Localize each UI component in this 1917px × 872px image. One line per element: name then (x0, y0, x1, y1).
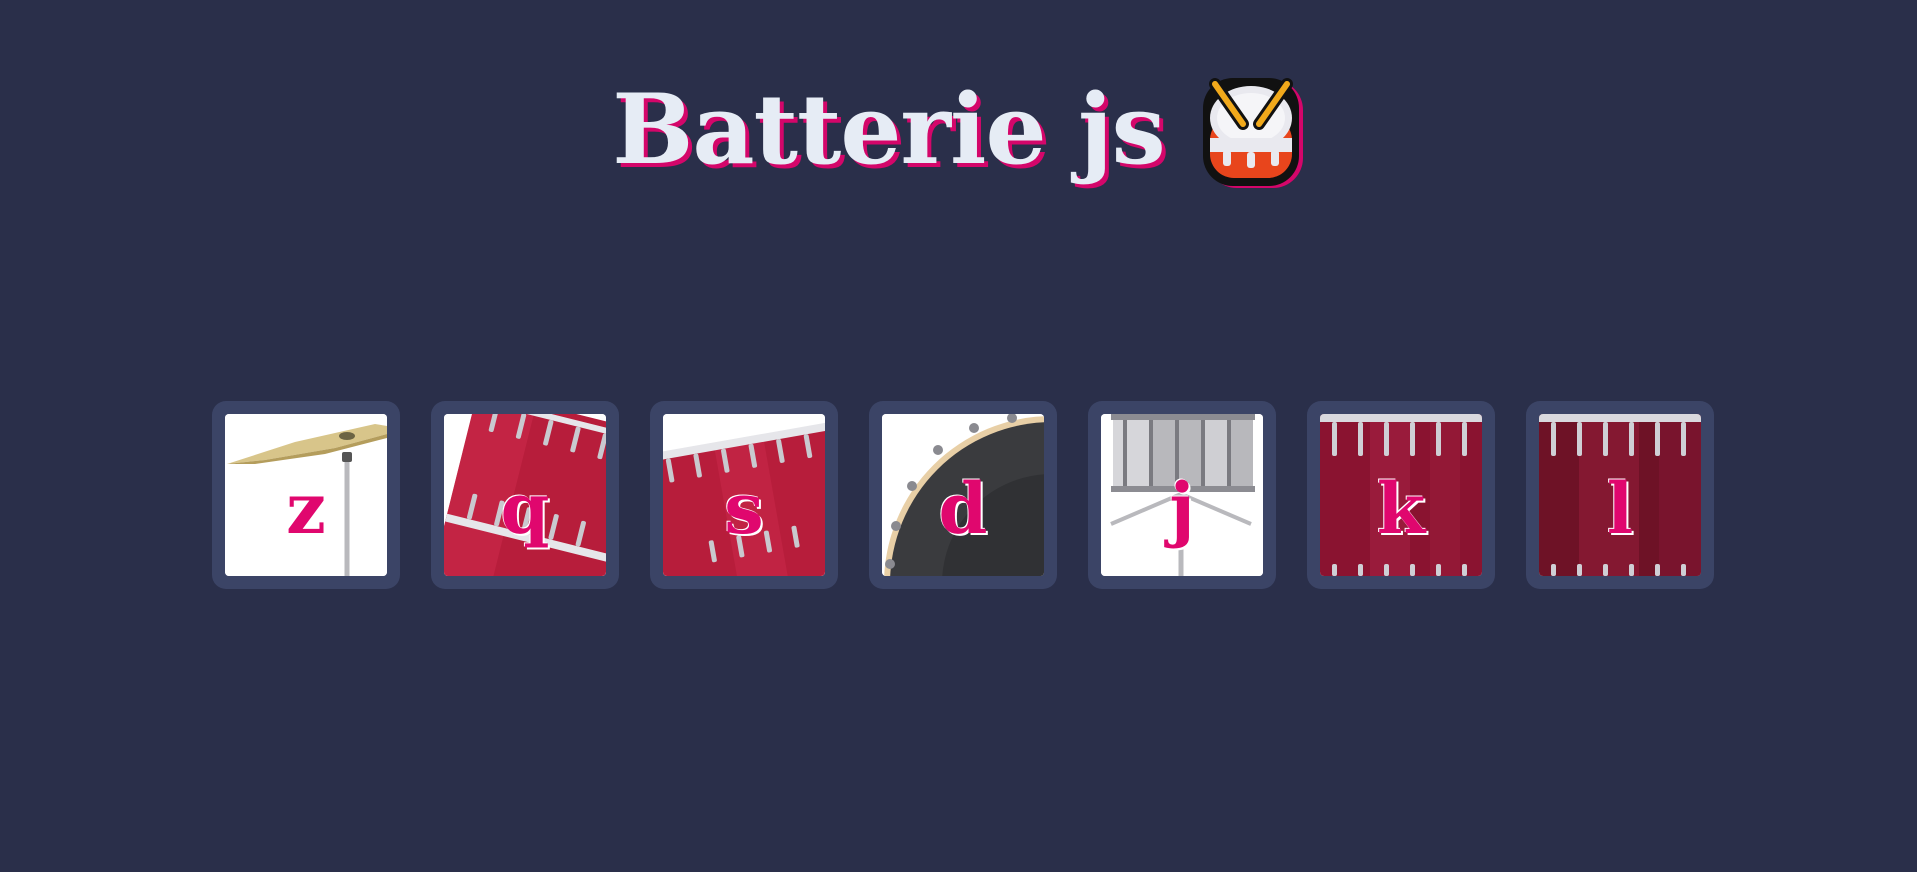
pad-key-label: l (1606, 467, 1634, 550)
page-header: Batterie js (0, 70, 1917, 190)
pad-face[interactable]: d (882, 414, 1044, 576)
drum-pad-l[interactable]: l (1526, 401, 1714, 589)
drum-emoji-icon (1202, 78, 1303, 188)
pad-face[interactable]: s (663, 414, 825, 576)
drum-pad-s[interactable]: s (650, 401, 838, 589)
drum-pad-k[interactable]: k (1307, 401, 1495, 589)
pad-key-label: s (724, 467, 764, 550)
drum-pad-d[interactable]: d (869, 401, 1057, 589)
pad-face[interactable]: z (225, 414, 387, 576)
drum-pad-q[interactable]: q (431, 401, 619, 589)
page-title: Batterie js (612, 73, 1165, 186)
pad-key-label: z (286, 467, 326, 550)
pad-face[interactable]: q (444, 414, 606, 576)
pad-key-label: q (500, 467, 550, 550)
pad-face[interactable]: l (1539, 414, 1701, 576)
drum-pads: z q s d j k l (212, 401, 1714, 589)
pad-face[interactable]: k (1320, 414, 1482, 576)
drum-pad-j[interactable]: j (1088, 401, 1276, 589)
drum-pad-z[interactable]: z (212, 401, 400, 589)
pad-key-label: j (1169, 467, 1195, 550)
pad-key-label: k (1376, 467, 1426, 550)
pad-face[interactable]: j (1101, 414, 1263, 576)
pad-key-label: d (938, 467, 988, 550)
